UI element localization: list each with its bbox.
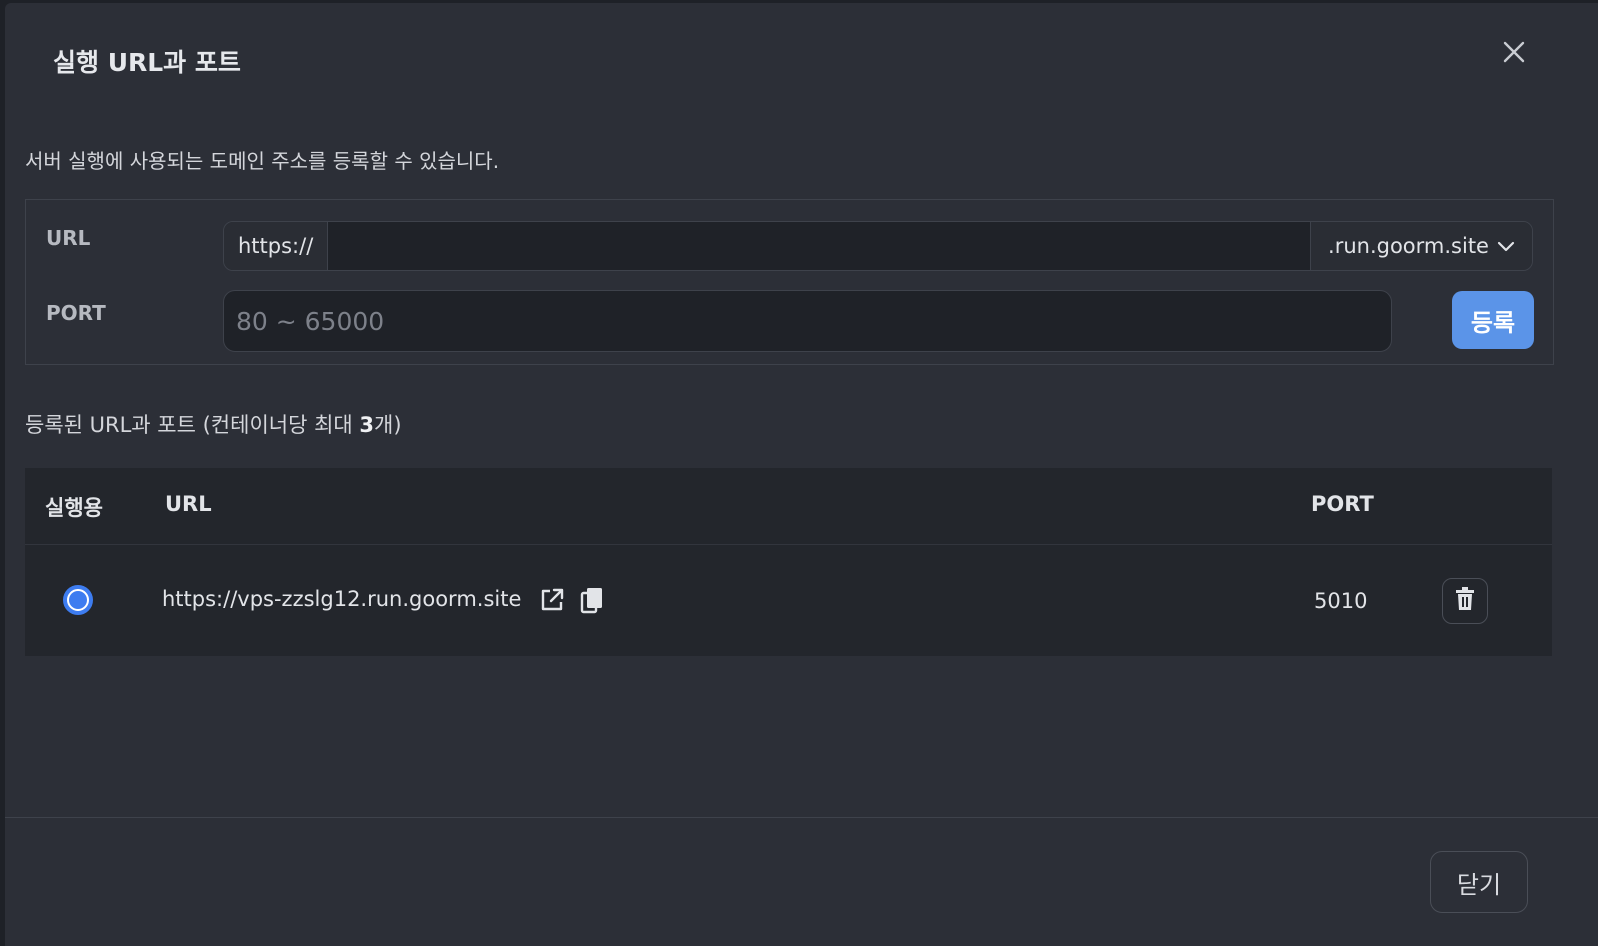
dialog-description: 서버 실행에 사용되는 도메인 주소를 등록할 수 있습니다. (25, 149, 500, 173)
domain-select[interactable]: .run.goorm.site (1310, 222, 1532, 270)
close-icon[interactable] (1499, 37, 1529, 67)
table-header: 실행용 URL PORT (25, 468, 1552, 545)
register-button[interactable]: 등록 (1452, 291, 1534, 349)
row-url: https://vps-zzslg12.run.goorm.site (162, 587, 522, 611)
url-label: URL (46, 226, 91, 250)
dialog-title: 실행 URL과 포트 (53, 48, 241, 77)
column-url: URL (165, 492, 212, 516)
row-port: 5010 (1314, 589, 1368, 613)
registered-table: 실행용 URL PORT https://vps-zzslg12.run.goo… (25, 468, 1552, 656)
registered-heading: 등록된 URL과 포트 (컨테이너당 최대 3개) (25, 409, 402, 439)
copy-icon[interactable] (577, 585, 607, 615)
column-active: 실행용 (45, 496, 103, 520)
active-radio[interactable] (63, 585, 93, 615)
url-prefix: https:// (224, 222, 328, 270)
registered-max-count: 3 (359, 413, 375, 437)
trash-icon (1455, 587, 1475, 615)
delete-button[interactable] (1442, 578, 1488, 624)
registered-heading-prefix: 등록된 URL과 포트 (컨테이너당 최대 (25, 413, 360, 437)
registered-heading-suffix: 개) (374, 413, 402, 437)
url-port-dialog: 실행 URL과 포트 서버 실행에 사용되는 도메인 주소를 등록할 수 있습니… (5, 3, 1598, 946)
column-port: PORT (1311, 492, 1374, 516)
port-input[interactable] (223, 290, 1392, 352)
footer-divider (5, 817, 1598, 818)
close-button[interactable]: 닫기 (1430, 851, 1528, 913)
url-input[interactable] (328, 222, 1310, 270)
table-row: https://vps-zzslg12.run.goorm.site 5010 (25, 545, 1552, 656)
register-form: URL https:// .run.goorm.site PORT 등록 (25, 199, 1554, 365)
chevron-down-icon (1497, 234, 1515, 258)
url-input-group: https:// .run.goorm.site (223, 221, 1533, 271)
external-link-icon[interactable] (537, 585, 567, 615)
domain-selected-value: .run.goorm.site (1328, 234, 1489, 258)
port-label: PORT (46, 301, 106, 325)
